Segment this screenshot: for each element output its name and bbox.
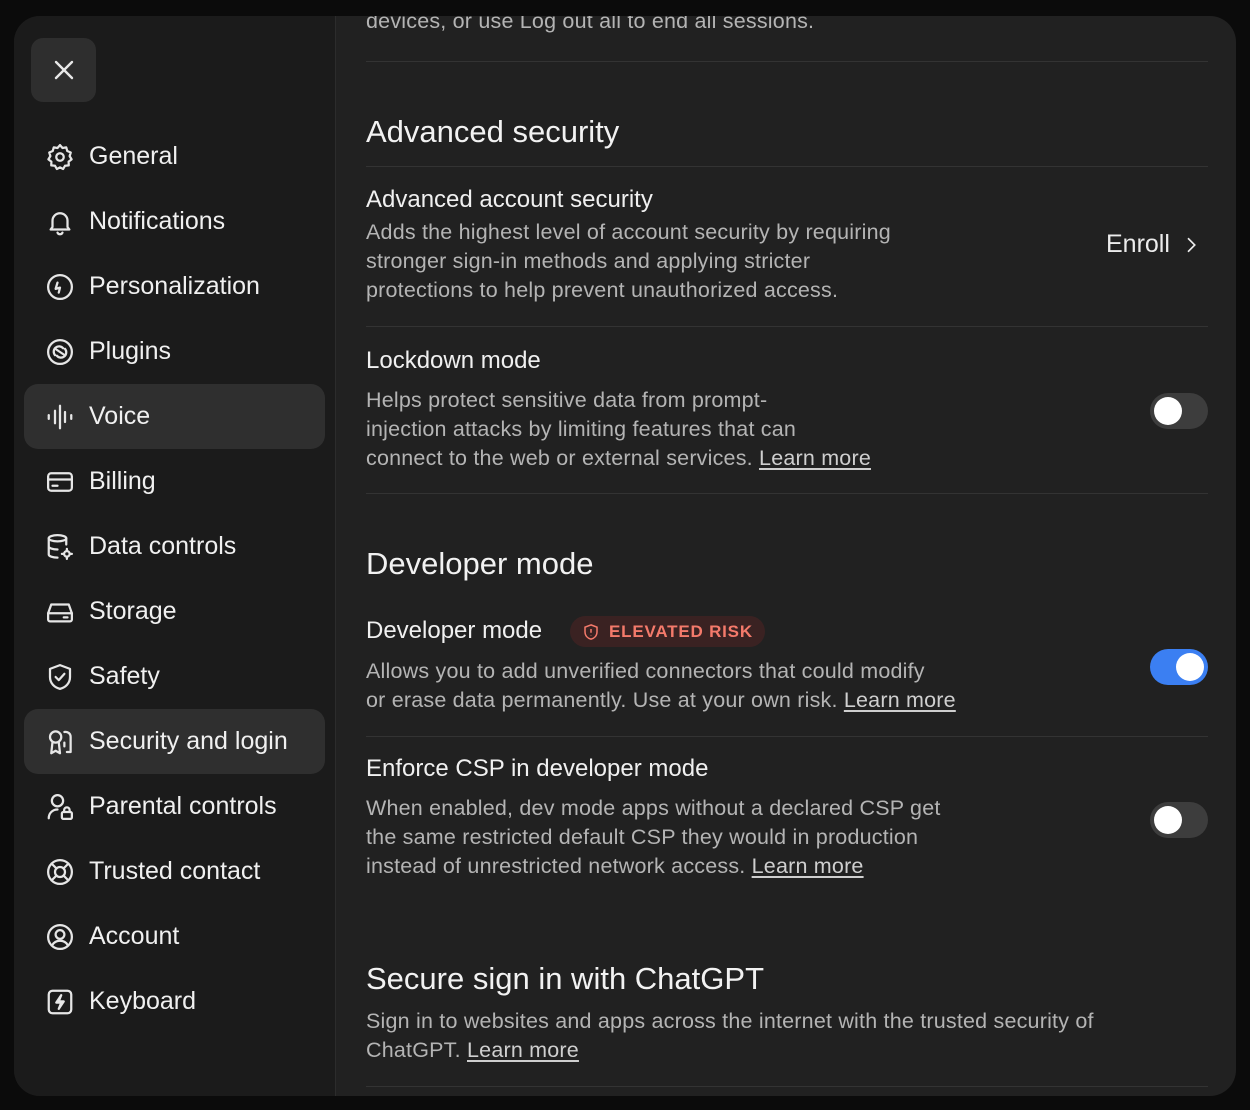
key-person-icon xyxy=(44,726,76,758)
person-lock-icon xyxy=(44,791,76,823)
sidebar-item-label: Billing xyxy=(89,467,156,495)
settings-modal: General Notifications Personalization Pl… xyxy=(14,16,1236,1096)
sidebar-item-safety[interactable]: Safety xyxy=(24,644,325,709)
settings-content: devices, or use Log out all to end all s… xyxy=(336,16,1236,1096)
sidebar-item-label: Notifications xyxy=(89,207,226,235)
enforce-csp-toggle[interactable] xyxy=(1150,802,1208,838)
section-title-developer-mode: Developer mode xyxy=(366,546,594,581)
waveform-icon xyxy=(44,401,76,433)
plugins-icon xyxy=(44,336,76,368)
sidebar-item-label: Safety xyxy=(89,662,160,690)
divider xyxy=(366,1086,1208,1087)
advanced-account-security-title: Advanced account security xyxy=(366,186,653,213)
developer-mode-toggle[interactable] xyxy=(1150,649,1208,685)
elevated-risk-badge: ELEVATED RISK xyxy=(570,616,765,647)
close-icon xyxy=(54,60,73,80)
keyboard-bolt-icon xyxy=(44,986,76,1018)
toggle-knob xyxy=(1154,806,1182,834)
shield-alert-icon xyxy=(584,623,598,640)
lockdown-mode-description: Helps protect sensitive data from prompt… xyxy=(366,388,871,470)
developer-mode-learn-more-link[interactable]: Learn more xyxy=(844,688,956,712)
enforce-csp-title: Enforce CSP in developer mode xyxy=(366,755,709,782)
developer-mode-title: Developer mode xyxy=(366,617,543,644)
divider xyxy=(366,61,1208,62)
database-gear-icon xyxy=(44,531,76,563)
user-circle-icon xyxy=(44,921,76,953)
bell-icon xyxy=(44,206,76,238)
credit-card-icon xyxy=(44,466,76,498)
sidebar-item-label: Parental controls xyxy=(89,792,277,820)
enroll-button[interactable]: Enroll xyxy=(1106,230,1200,259)
gear-icon xyxy=(44,141,76,173)
sidebar-item-personalization[interactable]: Personalization xyxy=(24,254,325,319)
sidebar-item-parental-controls[interactable]: Parental controls xyxy=(24,774,325,839)
lockdown-mode-toggle[interactable] xyxy=(1150,393,1208,429)
sidebar-item-label: General xyxy=(89,142,178,170)
personalization-icon xyxy=(44,271,76,303)
divider xyxy=(366,736,1208,737)
sidebar-item-label: Security and login xyxy=(89,727,288,755)
lockdown-learn-more-link[interactable]: Learn more xyxy=(759,446,871,470)
hard-drive-icon xyxy=(44,596,76,628)
sidebar-item-label: Plugins xyxy=(89,337,171,365)
sidebar-item-voice[interactable]: Voice xyxy=(24,384,325,449)
advanced-account-security-description: Adds the highest level of account securi… xyxy=(366,220,891,302)
sidebar-item-keyboard[interactable]: Keyboard xyxy=(24,969,325,1034)
sidebar-item-trusted-contact[interactable]: Trusted contact xyxy=(24,839,325,904)
sidebar-item-account[interactable]: Account xyxy=(24,904,325,969)
sidebar-item-label: Storage xyxy=(89,597,177,625)
sidebar-item-storage[interactable]: Storage xyxy=(24,579,325,644)
sidebar-item-notifications[interactable]: Notifications xyxy=(24,189,325,254)
lifebuoy-icon xyxy=(44,856,76,888)
sidebar-item-label: Trusted contact xyxy=(89,857,261,885)
sidebar-item-label: Keyboard xyxy=(89,987,197,1015)
sidebar-item-label: Voice xyxy=(89,402,151,430)
divider xyxy=(366,493,1208,494)
enforce-csp-learn-more-link[interactable]: Learn more xyxy=(752,854,864,878)
settings-nav: General Notifications Personalization Pl… xyxy=(24,124,325,1034)
close-button[interactable] xyxy=(31,38,96,102)
divider xyxy=(366,166,1208,167)
sidebar-item-plugins[interactable]: Plugins xyxy=(24,319,325,384)
sidebar-item-billing[interactable]: Billing xyxy=(24,449,325,514)
settings-sidebar: General Notifications Personalization Pl… xyxy=(14,16,336,1096)
divider xyxy=(366,326,1208,327)
enforce-csp-description: When enabled, dev mode apps without a de… xyxy=(366,796,941,878)
sidebar-item-label: Personalization xyxy=(89,272,260,300)
secure-sign-in-learn-more-link[interactable]: Learn more xyxy=(467,1038,579,1062)
sidebar-item-label: Account xyxy=(89,922,180,950)
toggle-knob xyxy=(1154,397,1182,425)
secure-sign-in-description: Sign in to websites and apps across the … xyxy=(366,1009,1094,1062)
sessions-description: devices, or use Log out all to end all s… xyxy=(366,16,815,33)
sidebar-item-label: Data controls xyxy=(89,532,237,560)
section-title-advanced-security: Advanced security xyxy=(366,114,620,149)
lockdown-mode-title: Lockdown mode xyxy=(366,347,541,374)
sidebar-item-data-controls[interactable]: Data controls xyxy=(24,514,325,579)
section-title-secure-sign-in: Secure sign in with ChatGPT xyxy=(366,961,765,996)
chevron-right-icon xyxy=(1187,237,1196,252)
toggle-knob xyxy=(1176,653,1204,681)
shield-check-icon xyxy=(44,661,76,693)
sidebar-item-security-and-login[interactable]: Security and login xyxy=(24,709,325,774)
developer-mode-description: Allows you to add unverified connectors … xyxy=(366,659,956,712)
sidebar-item-general[interactable]: General xyxy=(24,124,325,189)
